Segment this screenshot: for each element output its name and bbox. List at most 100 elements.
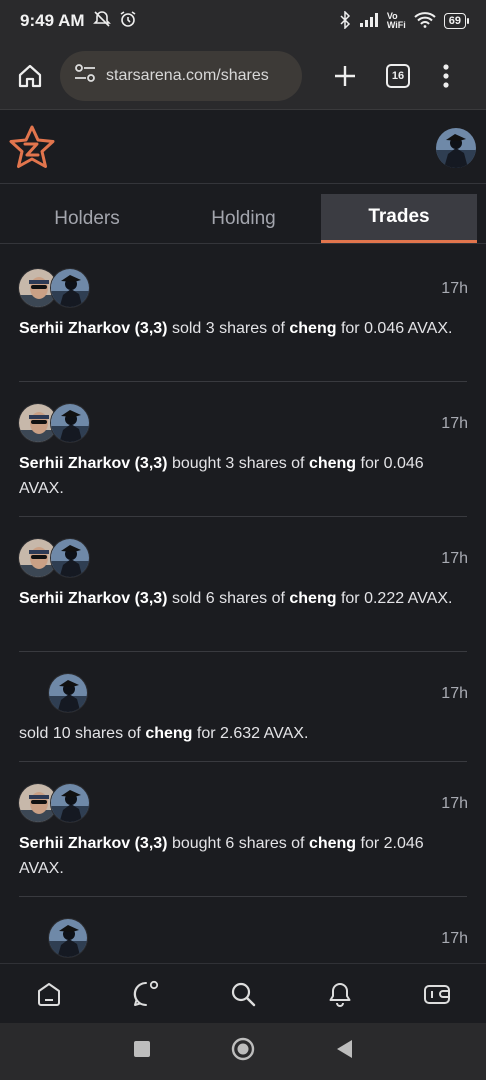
trade-description: Serhii Zharkov (3,3) bought 6 shares of … [19, 831, 459, 881]
nav-chat-button[interactable] [97, 964, 194, 1023]
vowifi-indicator: Vo WiFi [387, 12, 406, 30]
trade-currency: AVAX. [19, 860, 64, 877]
trade-shares: 3 shares of [225, 455, 305, 472]
trade-item[interactable]: 17h [0, 896, 486, 963]
trade-description: Serhii Zharkov (3,3) sold 3 shares of ch… [19, 316, 459, 341]
trader-name[interactable]: Serhii Zharkov (3,3) [19, 455, 168, 472]
subject-name[interactable]: cheng [145, 725, 192, 742]
trade-item[interactable]: 17h Serhii Zharkov (3,3) bought 3 shares… [0, 381, 486, 517]
trade-avatars [18, 918, 98, 958]
profile-avatar-button[interactable] [436, 128, 476, 168]
subject-name[interactable]: cheng [309, 835, 356, 852]
trade-avatars [18, 783, 98, 823]
trade-description: Serhii Zharkov (3,3) bought 3 shares of … [19, 451, 459, 501]
chat-icon [133, 980, 158, 1006]
nav-home-button[interactable] [0, 964, 97, 1023]
url-text: starsarena.com/shares [106, 66, 269, 84]
subject-avatar[interactable] [50, 783, 90, 823]
tab-holding[interactable]: Holding [166, 194, 321, 243]
bell-icon [329, 982, 351, 1007]
tab-count: 16 [391, 69, 405, 82]
trader-name[interactable]: Serhii Zharkov (3,3) [19, 320, 168, 337]
trade-amount: for 0.222 [340, 590, 405, 607]
trade-time: 17h [441, 930, 468, 947]
home-outline-icon [18, 64, 42, 87]
trades-feed: 17h Serhii Zharkov (3,3) sold 3 shares o… [0, 246, 486, 963]
alarm-off-icon [92, 10, 111, 33]
subject-name[interactable]: cheng [289, 590, 336, 607]
trade-item[interactable]: 17h Serhii Zharkov (3,3) sold 6 shares o… [0, 516, 486, 652]
tab-switcher-button[interactable]: 16 [386, 63, 410, 88]
trade-avatars [18, 403, 98, 443]
more-vertical-icon [443, 63, 449, 88]
back-button[interactable] [334, 1038, 354, 1065]
avatar [436, 128, 476, 168]
alarm-clock-icon [119, 10, 137, 33]
trade-shares: 6 shares of [225, 835, 305, 852]
trade-time: 17h [441, 280, 468, 297]
subject-name[interactable]: cheng [309, 455, 356, 472]
trade-shares: 3 shares of [205, 320, 285, 337]
new-tab-button[interactable] [330, 61, 360, 91]
tab-holders[interactable]: Holders [8, 194, 166, 243]
trade-time: 17h [441, 795, 468, 812]
site-header [0, 110, 486, 184]
subject-avatar[interactable] [48, 918, 88, 958]
signal-icon [359, 12, 379, 31]
trade-time: 17h [441, 685, 468, 702]
trade-time: 17h [441, 415, 468, 432]
subject-avatar[interactable] [50, 403, 90, 443]
home-system-button[interactable] [230, 1036, 256, 1067]
trade-action: sold [19, 725, 49, 742]
battery-indicator: 69 [443, 13, 470, 29]
nav-notifications-button[interactable] [292, 964, 389, 1023]
search-icon [231, 982, 256, 1006]
subject-name[interactable]: cheng [289, 320, 336, 337]
site-settings-icon[interactable] [74, 63, 96, 88]
trade-item[interactable]: 17h sold 10 shares of cheng for 2.632 AV… [0, 651, 486, 762]
plus-icon [335, 65, 355, 86]
bluetooth-icon [339, 9, 351, 32]
trade-currency: AVAX. [407, 590, 453, 607]
browser-menu-button[interactable] [436, 61, 456, 91]
trade-description: Serhii Zharkov (3,3) sold 6 shares of ch… [19, 586, 459, 611]
wallet-icon [424, 984, 451, 1004]
square-icon [134, 1041, 150, 1057]
trade-amount: for 0.046 [360, 455, 424, 472]
subject-avatar[interactable] [50, 268, 90, 308]
trade-item[interactable]: 17h Serhii Zharkov (3,3) bought 6 shares… [0, 761, 486, 897]
trade-action: bought [171, 835, 221, 852]
tab-trades[interactable]: Trades [321, 194, 477, 243]
subject-avatar[interactable] [50, 538, 90, 578]
trade-shares: 10 shares of [52, 725, 141, 742]
nav-search-button[interactable] [194, 964, 291, 1023]
battery-level: 69 [448, 15, 461, 27]
app-bottom-nav [0, 963, 486, 1023]
wifi-icon [414, 11, 436, 31]
trade-amount: for 2.632 AVAX. [196, 725, 309, 742]
nav-wallet-button[interactable] [389, 964, 486, 1023]
trader-name[interactable]: Serhii Zharkov (3,3) [19, 590, 168, 607]
trade-action: sold [171, 320, 202, 337]
trade-amount: for 0.046 [340, 320, 405, 337]
trade-shares: 6 shares of [205, 590, 285, 607]
address-bar[interactable]: starsarena.com/shares [60, 50, 302, 101]
status-time: 9:49 AM [20, 11, 85, 30]
trade-avatars [18, 538, 98, 578]
browser-home-button[interactable] [12, 58, 48, 94]
stars-arena-logo[interactable] [8, 124, 56, 170]
trade-avatars [18, 268, 98, 308]
home-icon [37, 982, 60, 1006]
browser-toolbar: starsarena.com/shares 16 [0, 42, 486, 110]
recents-button[interactable] [132, 1039, 152, 1064]
shares-tabs: Holders Holding Trades [0, 184, 486, 244]
trade-currency: AVAX. [407, 320, 453, 337]
status-bar: 9:49 AM Vo WiFi 69 [0, 0, 486, 42]
circle-icon [231, 1037, 255, 1061]
trade-item[interactable]: 17h Serhii Zharkov (3,3) sold 3 shares o… [0, 246, 486, 382]
system-navigation-bar [0, 1023, 486, 1080]
trade-description: sold 10 shares of cheng for 2.632 AVAX. [19, 721, 459, 746]
subject-avatar[interactable] [48, 673, 88, 713]
trade-time: 17h [441, 550, 468, 567]
trader-name[interactable]: Serhii Zharkov (3,3) [19, 835, 168, 852]
